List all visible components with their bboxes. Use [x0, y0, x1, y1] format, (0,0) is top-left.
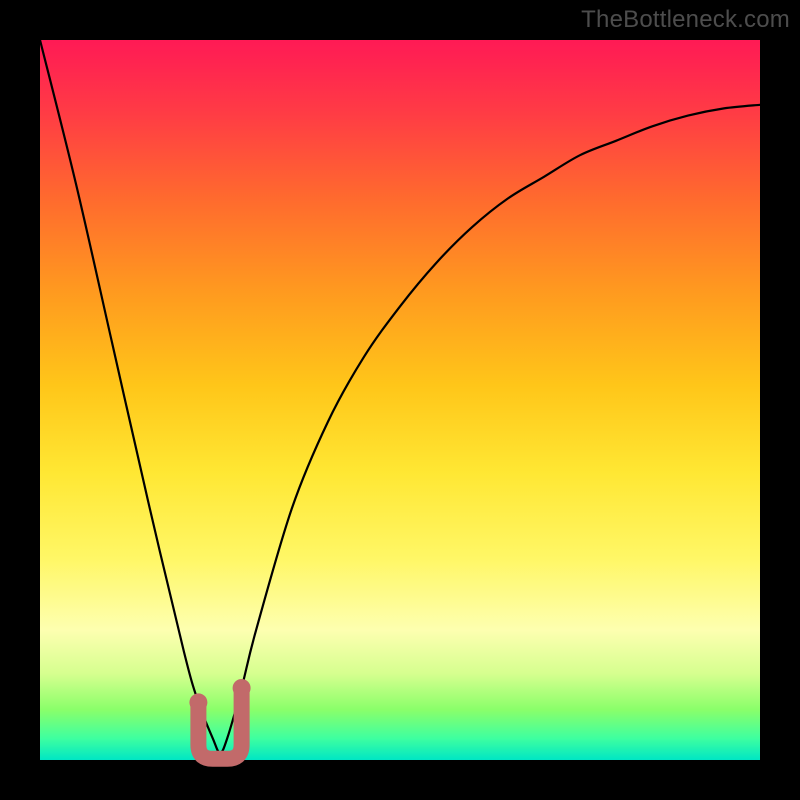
chart-frame: TheBottleneck.com	[0, 0, 800, 800]
optimum-dot-left	[189, 693, 207, 711]
plot-area	[40, 40, 760, 760]
watermark-text: TheBottleneck.com	[581, 6, 790, 34]
chart-svg	[40, 40, 760, 760]
optimum-dot-right	[233, 679, 251, 697]
bottleneck-curve	[40, 40, 760, 753]
